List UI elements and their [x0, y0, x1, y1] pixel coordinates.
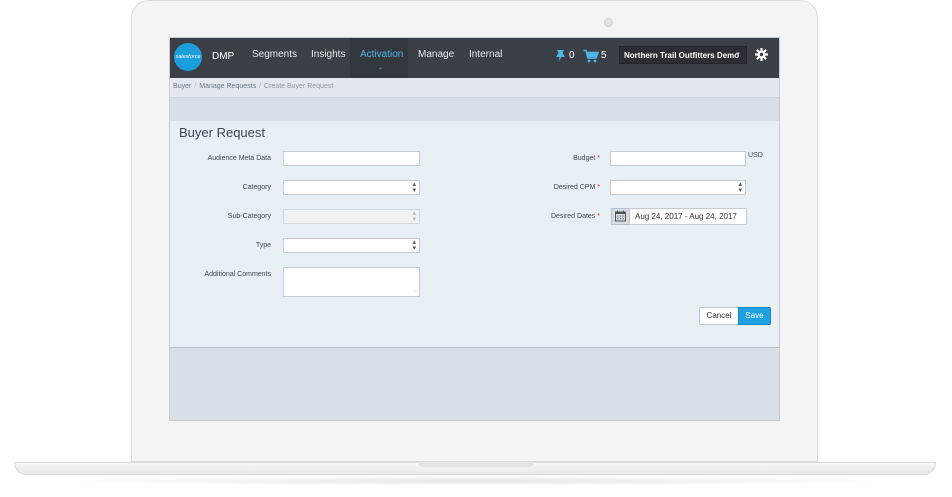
sub-category-select[interactable]: ▴ ▾ [283, 209, 420, 224]
type-select[interactable]: ▴ ▾ [283, 238, 420, 253]
top-navbar: salesforce DMP Segments Insights Activat… [170, 38, 779, 78]
org-select-value: Northern Trail Outfitters Demo [624, 51, 740, 60]
additional-comments-label: Additional Comments [204, 271, 271, 278]
select-arrows-icon: ▴ ▾ [412, 181, 416, 194]
nav-manage[interactable]: Manage [418, 49, 454, 60]
chevron-down-icon: ▼ [735, 52, 741, 58]
org-select[interactable]: Northern Trail Outfitters Demo ▼ [619, 46, 747, 64]
category-label: Category [242, 184, 271, 191]
pins-count: 0 [569, 50, 575, 61]
salesforce-logo[interactable]: salesforce [174, 43, 202, 71]
desired-dates-label: Desired Dates * [520, 213, 600, 220]
breadcrumb-separator: / [259, 83, 262, 90]
budget-unit: USD [748, 152, 763, 159]
cancel-button[interactable]: Cancel [699, 307, 739, 325]
save-button[interactable]: Save [738, 307, 771, 325]
logo-text: salesforce [175, 54, 201, 60]
type-label: Type [255, 242, 271, 249]
breadcrumb: Buyer / Manage Requests / Create Buyer Reque… [170, 78, 779, 98]
budget-input[interactable] [610, 151, 746, 166]
nav-internal[interactable]: Internal [469, 49, 502, 60]
nav-activation[interactable]: Activation [360, 49, 403, 60]
budget-label: Budget * [530, 155, 600, 162]
app-name: DMP [212, 51, 235, 62]
page-title: Buyer Request [179, 125, 265, 140]
cart-icon[interactable] [583, 49, 600, 68]
audience-meta-data-input[interactable] [283, 151, 420, 166]
gear-icon[interactable] [755, 48, 768, 66]
nav-segments[interactable]: Segments [252, 49, 297, 60]
additional-comments-textarea[interactable]: ⁘ [283, 267, 420, 297]
calendar-button[interactable] [611, 208, 630, 225]
required-mark: * [597, 155, 600, 162]
resize-grip-icon[interactable]: ⁘ [414, 289, 418, 295]
laptop-notch [418, 462, 534, 467]
chevron-down-icon: ⌄ [378, 65, 384, 71]
sub-category-label: Sub-Category [227, 213, 271, 220]
desired-dates-input[interactable]: Aug 24, 2017 - Aug 24, 2017 [630, 208, 747, 225]
breadcrumb-buyer[interactable]: Buyer [173, 83, 191, 90]
required-mark: * [597, 213, 600, 220]
audience-meta-data-label: Audience Meta Data [207, 155, 271, 162]
camera-icon [604, 18, 613, 27]
desired-dates-label-text: Desired Dates [550, 213, 596, 220]
desired-cpm-label: Desired CPM * [520, 184, 600, 191]
breadcrumb-current: Create Buyer Request [264, 83, 334, 90]
desired-cpm-select[interactable]: ▴ ▾ [610, 180, 746, 195]
select-arrows-icon: ▴ ▾ [412, 210, 416, 223]
nav-insights[interactable]: Insights [311, 49, 345, 60]
screen: salesforce DMP Segments Insights Activat… [169, 37, 780, 421]
breadcrumb-separator: / [194, 83, 197, 90]
breadcrumb-manage-requests[interactable]: Manage Requests [199, 83, 256, 90]
required-mark: * [597, 184, 600, 191]
pin-icon[interactable] [554, 49, 567, 68]
cart-count: 5 [601, 50, 607, 61]
desired-cpm-label-text: Desired CPM [553, 184, 596, 191]
budget-label-text: Budget [573, 155, 596, 162]
calendar-icon [612, 210, 629, 228]
select-arrows-icon: ▴ ▾ [738, 181, 742, 194]
category-select[interactable]: ▴ ▾ [283, 180, 420, 195]
laptop-shadow [40, 476, 912, 486]
select-arrows-icon: ▴ ▾ [412, 239, 416, 252]
